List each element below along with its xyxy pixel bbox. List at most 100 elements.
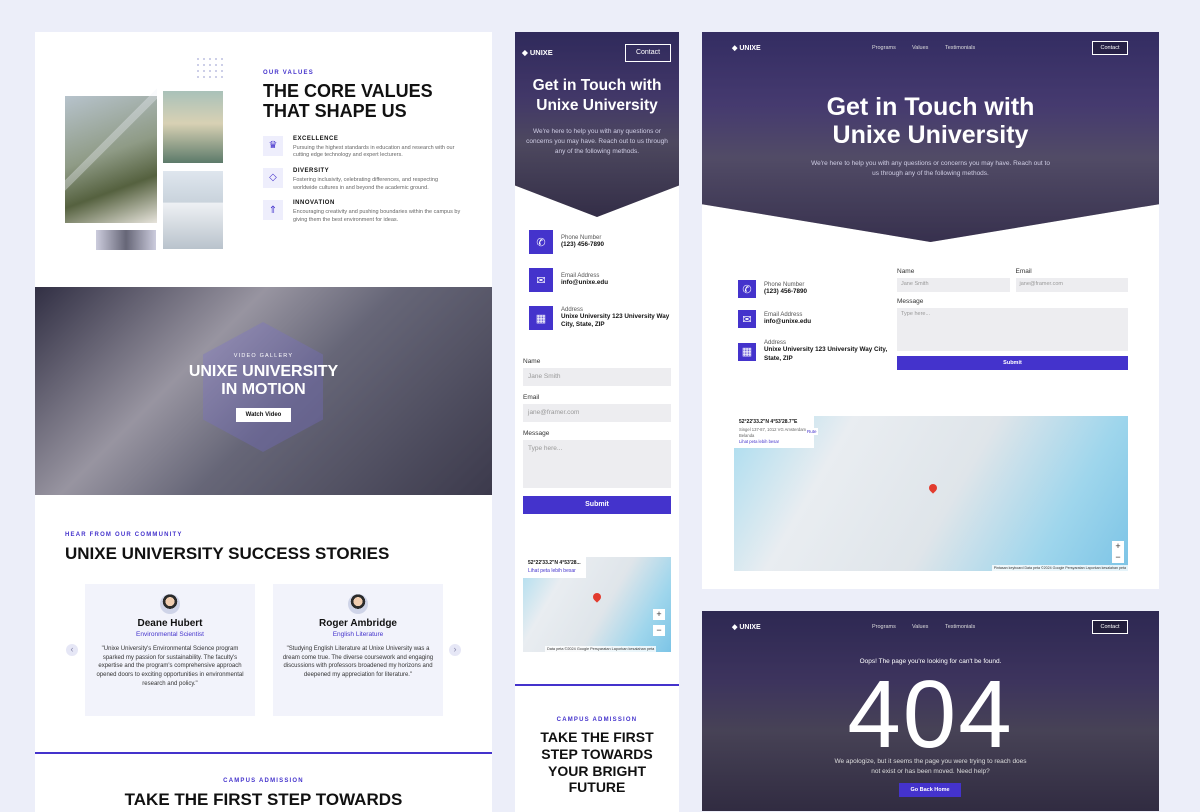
contact-value: (123) 456-7890 <box>764 287 808 295</box>
desktop-form: Name Jane Smith Email jane@framer.com Me… <box>897 268 1128 370</box>
zoom-in-button[interactable]: + <box>653 609 665 620</box>
stories-eyebrow: HEAR FROM OUR COMMUNITY <box>65 532 183 538</box>
trophy-icon: ♛ <box>263 135 283 156</box>
video-eyebrow: VIDEO GALLERY <box>233 353 294 359</box>
value-title: EXCELLENCE <box>293 135 339 142</box>
contact-value: Unixe University 123 University Way City… <box>561 312 670 329</box>
mobile-admission-title: TAKE THE FIRST STEP TOWARDS YOUR BRIGHT … <box>540 729 654 796</box>
desktop-contact-button[interactable]: Contact <box>1092 41 1128 55</box>
go-back-home-button[interactable]: Go Back Home <box>899 783 961 797</box>
nav-testimonials[interactable]: Testimonials <box>945 624 975 630</box>
nav-values[interactable]: Values <box>912 45 928 51</box>
testimonial-quote: "Unixe University's Environmental Scienc… <box>96 646 244 687</box>
testimonial-quote: "Studying English Literature at Unixe Un… <box>282 646 434 679</box>
video-gallery-section: VIDEO GALLERY UNIXE UNIVERSITY IN MOTION… <box>35 287 492 495</box>
contact-item: ✆ Phone Number (123) 456-7890 <box>529 230 674 254</box>
error-code: 404 <box>847 661 1014 768</box>
contact-item: ✉ Email Address info@unixe.edu <box>529 268 674 292</box>
values-title: THE CORE VALUES THAT SHAPE US <box>263 81 433 121</box>
mobile-name-input[interactable]: Jane Smith <box>523 368 671 386</box>
error-404-panel: ◆ UNIXE Programs Values Testimonials Con… <box>702 611 1159 811</box>
nav-programs[interactable]: Programs <box>872 45 896 51</box>
small-thumb-photo <box>96 230 156 250</box>
desktop-map[interactable]: 52°22'33.2"N 4°53'28.7"E Singel 137-87, … <box>734 416 1128 571</box>
prev-arrow-button[interactable]: ‹ <box>66 644 78 656</box>
value-desc: Pursuing the highest standards in educat… <box>293 144 455 159</box>
testimonial-role: Environmental Scientist <box>136 631 204 638</box>
desktop-message-input[interactable]: Type here... <box>897 308 1128 351</box>
mobile-contact-panel: ◆ UNIXE Contact Get in Touch with Unixe … <box>515 32 679 812</box>
stories-section: HEAR FROM OUR COMMUNITY UNIXE UNIVERSITY… <box>65 532 465 564</box>
zoom-out-button[interactable]: − <box>653 625 665 636</box>
phone-icon: ✆ <box>738 280 756 298</box>
map-icon: ▦ <box>738 342 756 361</box>
desktop-hero: ◆ UNIXE Programs Values Testimonials Con… <box>702 32 1159 242</box>
student-photo-frame <box>65 56 157 223</box>
value-item: ◇ DIVERSITY Fostering inclusivity, celebra… <box>263 167 463 192</box>
values-block: OUR VALUES THE CORE VALUES THAT SHAPE US… <box>263 70 463 233</box>
next-arrow-button[interactable]: › <box>449 644 461 656</box>
desktop-logo: ◆ UNIXE <box>732 45 761 52</box>
desktop-map-card: 52°22'33.2"N 4°53'28.7"E Singel 137-87, … <box>734 416 814 449</box>
values-eyebrow: OUR VALUES <box>263 70 314 76</box>
mobile-contact-button[interactable]: Contact <box>625 44 671 62</box>
testimonial-name: Roger Ambridge <box>319 618 397 629</box>
values-list: ♛ EXCELLENCE Pursuing the highest standard… <box>263 135 463 225</box>
nav-programs[interactable]: Programs <box>872 624 896 630</box>
mobile-map-card: 52°22'33.2"N 4°53'28... Lihat peta lebih… <box>523 557 586 578</box>
contact-value: info@unixe.edu <box>764 317 812 325</box>
admission-divider <box>35 752 492 754</box>
contact-item: ▦ Address Unixe University 123 University … <box>738 340 888 363</box>
mobile-logo: ◆ UNIXE <box>522 48 553 57</box>
mobile-hero: ◆ UNIXE Contact Get in Touch with Unixe … <box>515 32 679 217</box>
zoom-out-button[interactable]: − <box>1112 552 1124 563</box>
value-title: INNOVATION <box>293 200 335 207</box>
mobile-admission-divider <box>515 684 679 686</box>
value-item: ♛ EXCELLENCE Pursuing the highest standard… <box>263 135 463 160</box>
error-contact-button[interactable]: Contact <box>1092 620 1128 634</box>
map-pin-icon <box>591 591 603 603</box>
watch-video-button[interactable]: Watch Video <box>235 407 292 422</box>
nav-testimonials[interactable]: Testimonials <box>945 45 975 51</box>
mobile-map-footer: Data peta ©2024 Google Persyaratan Lapor… <box>545 646 657 652</box>
nav-values[interactable]: Values <box>912 624 928 630</box>
mobile-submit-button[interactable]: Submit <box>523 496 671 514</box>
mobile-message-input[interactable]: Type here... <box>523 440 671 488</box>
contact-label: Phone Number <box>764 281 805 288</box>
contact-value: Unixe University 123 University Way City… <box>764 346 888 362</box>
testimonial-name: Deane Hubert <box>137 618 203 629</box>
mobile-map[interactable]: 52°22'33.2"N 4°53'28... Lihat peta lebih… <box>523 557 671 652</box>
contact-value: (123) 456-7890 <box>561 240 605 248</box>
desktop-contact-list: ✆ Phone Number (123) 456-7890 ✉ Email Addres… <box>738 280 888 375</box>
campus-room-photo <box>163 91 223 163</box>
desktop-contact-panel: ◆ UNIXE Programs Values Testimonials Con… <box>702 32 1159 589</box>
desktop-submit-button[interactable]: Submit <box>897 356 1128 370</box>
mail-icon: ✉ <box>738 310 756 328</box>
desktop-hero-subtitle: We're here to help you with any question… <box>811 160 1050 177</box>
contact-item: ▦ Address Unixe University 123 University … <box>529 306 674 330</box>
desktop-hero-title: Get in Touch with Unixe University <box>826 93 1035 149</box>
mobile-email-input[interactable]: jane@framer.com <box>523 404 671 422</box>
mobile-hero-title: Get in Touch with Unixe University <box>532 77 662 115</box>
shapes-icon: ◇ <box>263 167 283 188</box>
error-logo: ◆ UNIXE <box>732 624 761 631</box>
mobile-hero-subtitle: We're here to help you with any question… <box>526 128 668 156</box>
testimonial-card: Deane Hubert Environmental Scientist "Unix… <box>85 584 255 716</box>
phone-icon: ✆ <box>529 230 553 254</box>
testimonial-role: English Literature <box>332 631 384 638</box>
mobile-admission: CAMPUS ADMISSION TAKE THE FIRST STEP TOW… <box>515 717 679 796</box>
map-icon: ▦ <box>529 306 553 330</box>
error-message: We apologize, but it seems the page you … <box>834 758 1027 775</box>
desktop-name-input[interactable]: Jane Smith <box>897 278 1010 292</box>
desktop-email-input[interactable]: jane@framer.com <box>1015 278 1128 292</box>
map-pin-icon <box>927 482 939 494</box>
mobile-contact-list: ✆ Phone Number (123) 456-7890 ✉ Email Addres… <box>529 230 674 344</box>
admission-eyebrow: CAMPUS ADMISSION <box>223 778 304 784</box>
avatar <box>348 594 368 614</box>
hero-collage <box>65 56 225 251</box>
route-button[interactable]: Rute <box>806 428 818 435</box>
rocket-icon: ⇑ <box>263 200 283 221</box>
contact-label: Phone Number <box>561 234 602 241</box>
zoom-in-button[interactable]: + <box>1112 541 1124 552</box>
dots-pattern <box>195 56 225 78</box>
